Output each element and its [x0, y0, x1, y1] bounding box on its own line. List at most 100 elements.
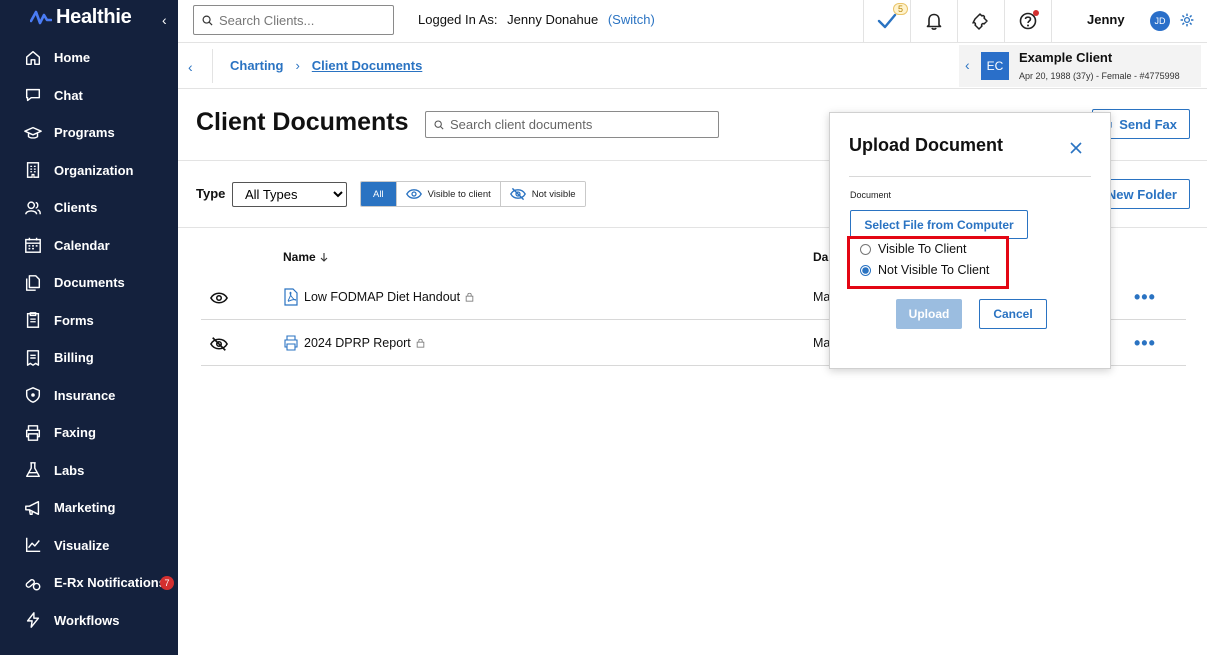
sidebar-item-organization[interactable]: Organization — [0, 152, 178, 190]
help-button[interactable] — [1004, 0, 1051, 42]
upload-button[interactable]: Upload — [896, 299, 962, 329]
visibility-filter-label: Not visible — [531, 188, 576, 200]
column-header-name[interactable]: Name — [283, 250, 328, 264]
client-name[interactable]: Example Client — [1019, 50, 1112, 65]
visibility-filter-all[interactable]: All — [361, 182, 396, 206]
avatar[interactable]: JD — [1150, 11, 1170, 31]
logged-in-info: Logged In As: Jenny Donahue (Switch) — [418, 12, 655, 27]
user-first-name: Jenny — [1087, 12, 1125, 27]
collapse-sidebar-icon[interactable]: ‹ — [162, 12, 167, 28]
sidebar-item-home[interactable]: Home — [0, 39, 178, 77]
home-icon — [25, 50, 41, 65]
checkmark-icon — [877, 13, 897, 29]
eye-slash-icon[interactable] — [210, 336, 228, 352]
integrations-button[interactable] — [957, 0, 1004, 42]
healthie-logo[interactable]: Healthie — [30, 6, 132, 29]
not-visible-to-client-option[interactable]: Not Visible To Client — [860, 263, 989, 277]
sidebar-item-label: Programs — [54, 125, 115, 141]
sidebar-item-programs[interactable]: Programs — [0, 114, 178, 152]
graduation-cap-icon — [24, 126, 42, 139]
visible-to-client-option[interactable]: Visible To Client — [860, 242, 966, 256]
sort-down-icon[interactable] — [320, 252, 328, 262]
search-clients-input[interactable] — [219, 12, 389, 28]
sidebar-item-label: Billing — [54, 350, 94, 366]
sidebar-item-label: Forms — [54, 312, 94, 328]
type-filter-select[interactable]: All Types — [232, 182, 347, 207]
sidebar-item-erx-notifications[interactable]: E-Rx Notifications 7 — [0, 564, 178, 602]
upload-document-modal: Upload Document Document Select File fro… — [829, 112, 1111, 369]
more-actions-icon[interactable]: ••• — [1134, 333, 1156, 354]
billing-icon — [26, 349, 40, 366]
sidebar-item-clients[interactable]: Clients — [0, 189, 178, 227]
user-menu[interactable]: Jenny JD — [1051, 0, 1207, 42]
sidebar-item-label: Chat — [54, 87, 83, 103]
erx-count-badge: 7 — [160, 576, 174, 590]
upload-label: Upload — [908, 307, 950, 321]
new-folder-button[interactable]: New Folder — [1100, 179, 1190, 209]
flask-icon — [25, 462, 41, 478]
sidebar-item-chat[interactable]: Chat — [0, 77, 178, 115]
not-visible-to-client-radio[interactable] — [860, 264, 871, 276]
logged-in-label: Logged In As: — [418, 12, 498, 27]
switch-user-link[interactable]: (Switch) — [608, 12, 655, 27]
new-folder-label: New Folder — [1106, 186, 1177, 202]
pdf-icon — [284, 288, 298, 306]
cancel-button[interactable]: Cancel — [979, 299, 1047, 329]
sidebar-item-label: Documents — [54, 275, 125, 291]
radio-label: Visible To Client — [878, 242, 967, 256]
divider — [212, 49, 213, 83]
tasks-button[interactable]: 5 — [863, 0, 910, 42]
calendar-icon — [25, 238, 41, 254]
sidebar-item-labs[interactable]: Labs — [0, 452, 178, 490]
send-fax-label: Send Fax — [1119, 116, 1177, 132]
sidebar-item-documents[interactable]: Documents — [0, 264, 178, 302]
chat-icon — [25, 89, 41, 102]
sidebar-item-forms[interactable]: Forms — [0, 302, 178, 340]
puzzle-icon — [972, 13, 988, 30]
sidebar-item-marketing[interactable]: Marketing — [0, 489, 178, 527]
eye-icon — [405, 189, 422, 199]
document-name-text: 2024 DPRP Report — [304, 336, 411, 350]
select-file-label: Select File from Computer — [864, 217, 1014, 232]
clipboard-icon — [26, 312, 40, 329]
client-avatar: EC — [981, 52, 1009, 80]
select-file-button[interactable]: Select File from Computer — [850, 210, 1028, 239]
brand-name: Healthie — [56, 6, 132, 28]
document-search-input[interactable] — [450, 117, 710, 132]
pills-icon — [25, 578, 41, 591]
breadcrumb-charting[interactable]: Charting — [230, 58, 283, 73]
printer-icon — [25, 424, 41, 441]
modal-title: Upload Document — [849, 135, 1004, 155]
chevron-right-icon: › — [295, 58, 300, 73]
sidebar-item-visualize[interactable]: Visualize — [0, 527, 178, 565]
bolt-icon — [26, 612, 40, 629]
notifications-button[interactable] — [910, 0, 957, 42]
client-back-chevron-icon[interactable]: ‹ — [965, 57, 970, 73]
sidebar-item-faxing[interactable]: Faxing — [0, 414, 178, 452]
document-search[interactable] — [425, 111, 719, 138]
client-meta: Apr 20, 1988 (37y) - Female - #4775998 — [1019, 71, 1180, 81]
eye-icon[interactable] — [210, 290, 228, 306]
document-name-text: Low FODMAP Diet Handout — [304, 290, 461, 304]
search-clients[interactable] — [193, 5, 394, 35]
logged-in-user: Jenny Donahue — [507, 12, 599, 27]
document-name[interactable]: 2024 DPRP Report — [304, 336, 425, 350]
more-actions-icon[interactable]: ••• — [1134, 287, 1156, 308]
client-card[interactable]: ‹ EC Example Client Apr 20, 1988 (37y) -… — [959, 45, 1201, 87]
close-icon[interactable] — [1069, 141, 1083, 155]
sidebar-item-label: E-Rx Notifications — [54, 575, 166, 591]
sidebar-item-calendar[interactable]: Calendar — [0, 227, 178, 265]
visibility-filter-not-visible[interactable]: Not visible — [499, 182, 585, 206]
back-chevron-icon[interactable]: ‹ — [188, 59, 193, 75]
breadcrumb-client-documents[interactable]: Client Documents — [312, 58, 423, 73]
document-name[interactable]: Low FODMAP Diet Handout — [304, 290, 474, 304]
sidebar-item-insurance[interactable]: Insurance — [0, 377, 178, 415]
building-icon — [26, 162, 40, 179]
gear-icon[interactable] — [1179, 12, 1195, 28]
sidebar-item-workflows[interactable]: Workflows — [0, 602, 178, 640]
visibility-filter-visible[interactable]: Visible to client — [395, 182, 500, 206]
document-field-label: Document — [850, 190, 892, 200]
column-header-date[interactable]: Da — [813, 250, 828, 264]
visible-to-client-radio[interactable] — [860, 243, 871, 255]
sidebar-item-billing[interactable]: Billing — [0, 339, 178, 377]
